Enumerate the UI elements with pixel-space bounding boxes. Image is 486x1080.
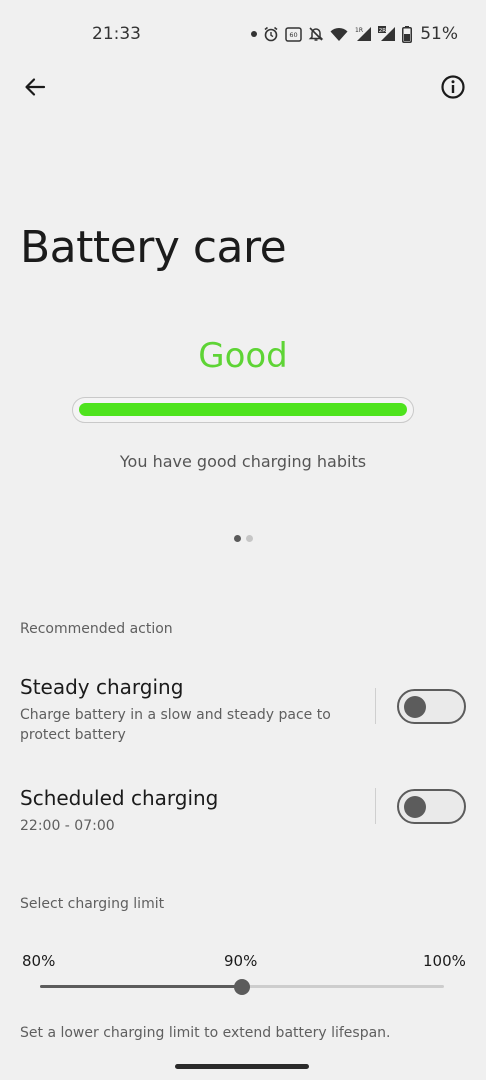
section-header-charging-limit: Select charging limit: [20, 896, 165, 912]
scheduled-charging-toggle[interactable]: [397, 789, 466, 824]
slider-label-mid: 90%: [224, 952, 258, 970]
section-header-recommended: Recommended action: [20, 621, 173, 637]
slider-label-min: 80%: [22, 952, 56, 970]
back-button[interactable]: [18, 70, 52, 104]
wifi-icon: [330, 27, 348, 42]
slider-thumb[interactable]: [234, 979, 250, 995]
svg-text:2R: 2R: [379, 28, 386, 34]
page-indicator-dot: [245, 535, 253, 542]
steady-charging-toggle[interactable]: [397, 689, 466, 724]
toggle-knob: [404, 695, 426, 718]
charging-limit-slider[interactable]: [40, 977, 444, 997]
info-button[interactable]: [436, 70, 470, 104]
nfc-icon: 60: [285, 26, 302, 42]
health-bar-fill: [79, 403, 407, 416]
status-icons: 60 1R 2R 51%: [251, 24, 458, 44]
setting-title: Scheduled charging: [20, 786, 219, 810]
gesture-nav-handle[interactable]: [175, 1064, 309, 1069]
signal-1r-icon: 1R: [354, 26, 372, 42]
page-indicator[interactable]: [0, 535, 486, 542]
bell-off-icon: [308, 26, 324, 42]
divider: [375, 788, 376, 824]
charging-limit-note: Set a lower charging limit to extend bat…: [20, 1025, 391, 1041]
info-icon: [441, 75, 465, 99]
battery-icon: [402, 25, 413, 43]
slider-active-track: [40, 985, 242, 988]
health-message: You have good charging habits: [119, 452, 367, 471]
status-bar: 21:33 60 1R 2R 51%: [0, 0, 486, 70]
setting-description: Charge battery in a slow and steady pace…: [20, 707, 331, 743]
steady-charging-row[interactable]: Steady charging Charge battery in a slow…: [0, 675, 486, 745]
svg-text:1R: 1R: [355, 27, 363, 34]
svg-text:60: 60: [290, 31, 298, 39]
battery-percent: 51%: [420, 24, 458, 44]
alarm-icon: [263, 26, 279, 42]
divider: [375, 688, 376, 724]
notification-dot-icon: [251, 31, 258, 37]
health-status-label: Good: [198, 336, 288, 376]
page-indicator-dot: [233, 535, 241, 542]
signal-2r-icon: 2R: [378, 26, 396, 42]
status-time: 21:33: [92, 24, 141, 44]
arrow-back-icon: [25, 78, 46, 96]
setting-description: 22:00 - 07:00: [20, 818, 115, 834]
health-bar: [72, 397, 414, 423]
slider-label-max: 100%: [423, 952, 466, 970]
page-title: Battery care: [20, 222, 287, 273]
setting-title: Steady charging: [20, 675, 184, 699]
toggle-knob: [404, 795, 426, 818]
scheduled-charging-row[interactable]: Scheduled charging 22:00 - 07:00: [0, 786, 486, 836]
